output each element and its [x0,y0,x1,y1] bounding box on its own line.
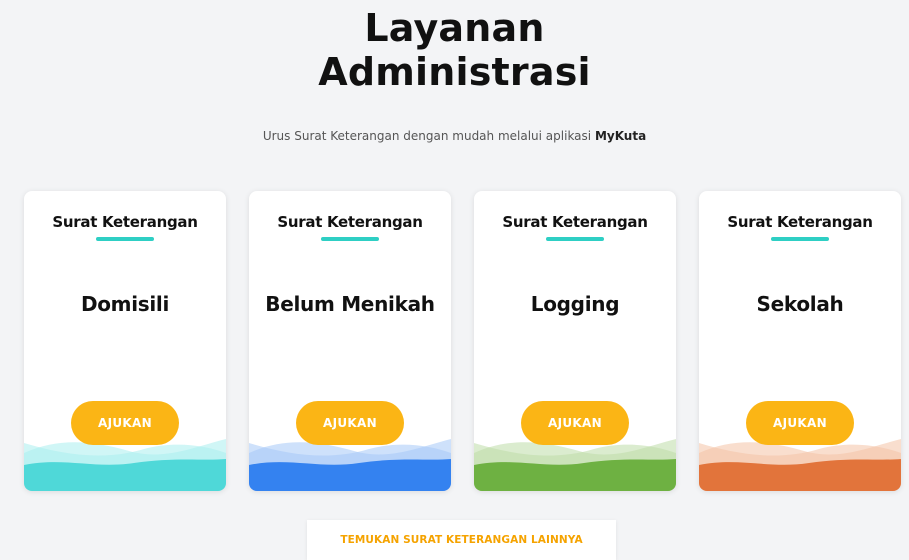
service-cards: Surat Keterangan Domisili AJUKAN Surat K… [0,191,909,491]
card-title: Sekolah [756,292,844,316]
card-title: Logging [530,292,620,316]
card-title: Domisili [80,292,170,316]
page-title-line-2: Administrasi [318,50,591,94]
card-label-underline [546,237,604,241]
card-belum-menikah: Surat Keterangan Belum Menikah AJUKAN [249,191,451,491]
subtitle-text: Urus Surat Keterangan dengan mudah melal… [262,129,595,143]
more-letters-button[interactable]: TEMUKAN SURAT KETERANGAN LAINNYA [307,520,616,560]
card-label-underline [771,237,829,241]
card-label: Surat Keterangan [727,213,873,231]
card-label: Surat Keterangan [502,213,648,231]
card-sekolah: Surat Keterangan Sekolah AJUKAN [699,191,901,491]
card-label: Surat Keterangan [277,213,423,231]
page-subtitle: Urus Surat Keterangan dengan mudah melal… [0,128,909,144]
card-label-underline [321,237,379,241]
card-label: Surat Keterangan [52,213,198,231]
card-logging: Surat Keterangan Logging AJUKAN [474,191,676,491]
page-title-line-1: Layanan [364,6,545,50]
ajukan-button-sekolah[interactable]: AJUKAN [746,401,854,445]
card-domisili: Surat Keterangan Domisili AJUKAN [24,191,226,491]
card-title: Belum Menikah [265,292,435,316]
ajukan-button-logging[interactable]: AJUKAN [521,401,629,445]
ajukan-button-belum-menikah[interactable]: AJUKAN [296,401,404,445]
ajukan-button-domisili[interactable]: AJUKAN [71,401,179,445]
app-name: MyKuta [594,129,647,143]
card-label-underline [96,237,154,241]
page-title: Layanan Administrasi [0,6,909,94]
